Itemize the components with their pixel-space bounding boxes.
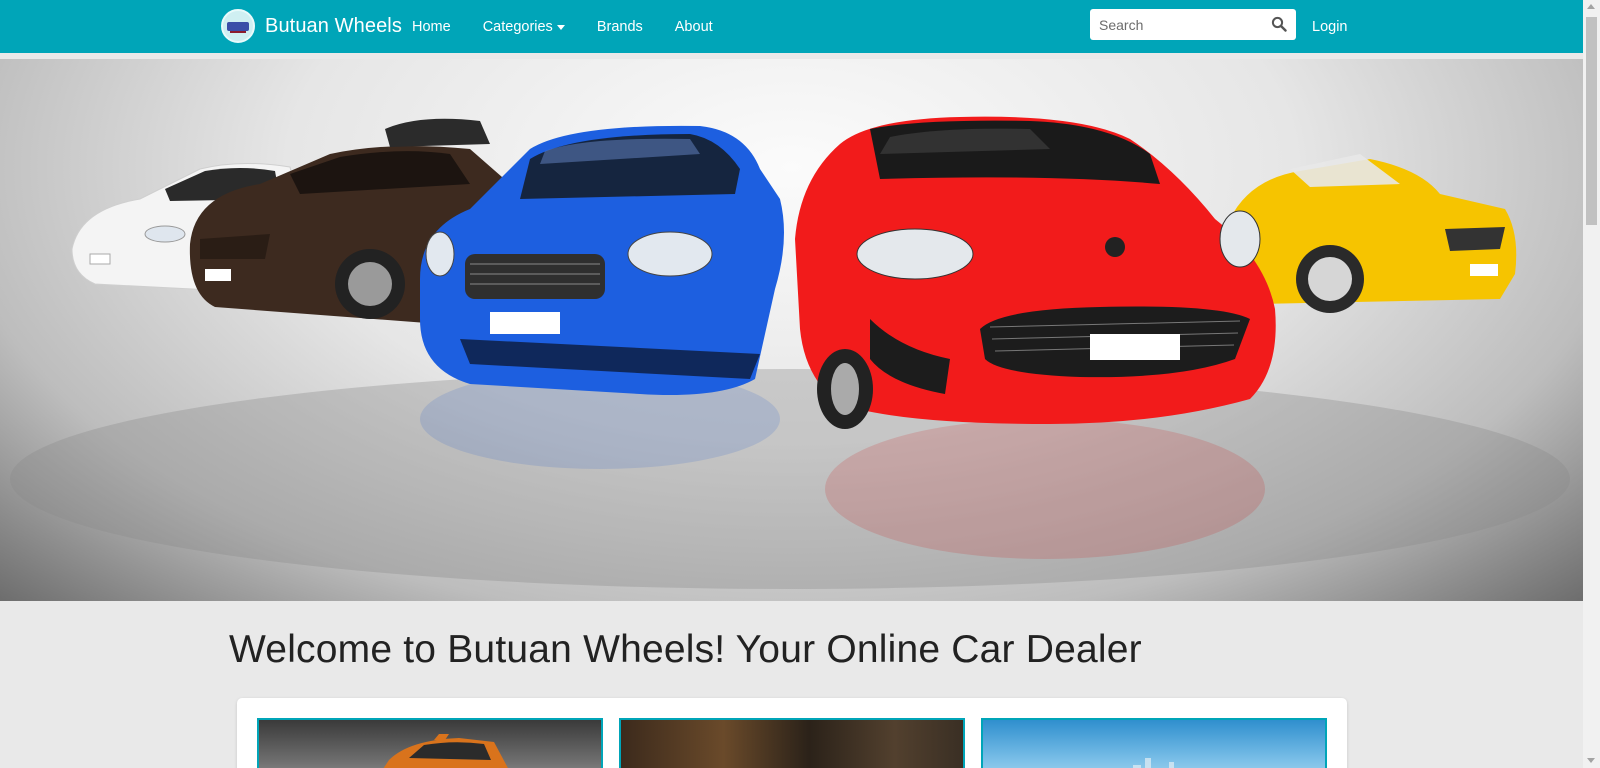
red-car	[795, 116, 1276, 429]
scroll-down-icon[interactable]	[1587, 758, 1595, 763]
nav-categories-label: Categories	[482, 18, 553, 35]
nav-brands[interactable]: Brands	[597, 19, 643, 35]
nav-home[interactable]: Home	[412, 19, 451, 35]
brand-link[interactable]: Butuan Wheels	[221, 8, 402, 44]
nav-about[interactable]: About	[675, 19, 713, 35]
brand-name: Butuan Wheels	[265, 14, 402, 37]
login-link[interactable]: Login	[1312, 0, 1347, 53]
featured-card-1[interactable]	[257, 718, 603, 768]
scrollbar-thumb[interactable]	[1586, 17, 1597, 225]
scroll-up-icon[interactable]	[1587, 4, 1595, 9]
nav-categories[interactable]: Categories	[483, 19, 565, 35]
featured-card-3[interactable]	[981, 718, 1327, 768]
search-input[interactable]	[1090, 9, 1262, 40]
logo-icon	[221, 9, 255, 43]
search-icon[interactable]	[1271, 16, 1287, 32]
search-box	[1090, 9, 1296, 40]
main-nav: Home Categories Brands About	[412, 0, 745, 53]
chevron-down-icon	[556, 25, 565, 30]
navbar: Butuan Wheels Home Categories Brands Abo…	[0, 0, 1583, 53]
yellow-car	[1230, 154, 1517, 313]
page-scrollbar[interactable]	[1583, 0, 1600, 768]
hero-banner	[0, 59, 1583, 601]
city-skyline-image	[1133, 758, 1174, 768]
featured-card-2[interactable]	[619, 718, 965, 768]
orange-suv-image	[383, 734, 508, 768]
page: Butuan Wheels Home Categories Brands Abo…	[0, 0, 1583, 768]
featured-panel	[237, 698, 1347, 768]
page-title: Welcome to Butuan Wheels! Your Online Ca…	[229, 628, 1142, 671]
cars-illustration	[10, 116, 1570, 589]
